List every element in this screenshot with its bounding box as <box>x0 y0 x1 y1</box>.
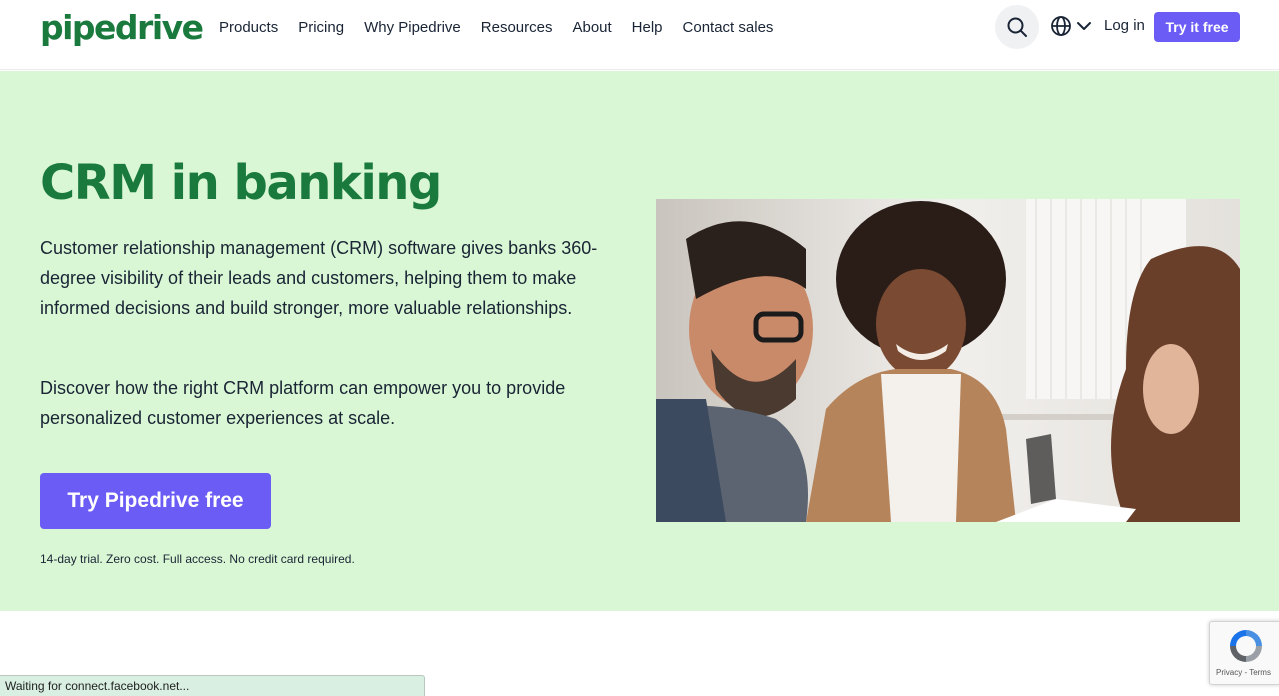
main-nav: Products Pricing Why Pipedrive Resources… <box>219 18 773 38</box>
recaptcha-icon <box>1230 630 1262 662</box>
chevron-down-icon <box>1077 22 1091 30</box>
nav-resources[interactable]: Resources <box>481 18 553 38</box>
search-icon <box>1007 17 1027 37</box>
pipedrive-logo[interactable]: pipedrive <box>40 8 204 47</box>
site-header: pipedrive Products Pricing Why Pipedrive… <box>0 0 1279 70</box>
page-title: CRM in banking <box>40 155 442 211</box>
nav-about[interactable]: About <box>572 18 611 38</box>
hero-description: Customer relationship management (CRM) s… <box>40 238 598 318</box>
nav-products[interactable]: Products <box>219 18 278 38</box>
try-it-free-button[interactable]: Try it free <box>1154 12 1240 42</box>
trial-note: 14-day trial. Zero cost. Full access. No… <box>40 552 355 566</box>
nav-why-pipedrive[interactable]: Why Pipedrive <box>364 18 461 38</box>
recaptcha-links[interactable]: Privacy - Terms <box>1216 668 1271 677</box>
recaptcha-badge[interactable]: Privacy - Terms <box>1209 621 1279 685</box>
nav-contact-sales[interactable]: Contact sales <box>683 18 774 38</box>
login-link[interactable]: Log in <box>1104 17 1145 34</box>
try-pipedrive-free-button[interactable]: Try Pipedrive free <box>40 473 271 529</box>
nav-help[interactable]: Help <box>632 18 663 38</box>
language-selector[interactable] <box>1050 15 1092 37</box>
hero-photo <box>656 199 1240 522</box>
search-button[interactable] <box>995 5 1039 49</box>
hero-subdescription: Discover how the right CRM platform can … <box>40 378 566 428</box>
hero-section: CRM in banking Customer relationship man… <box>0 71 1279 611</box>
browser-status-bar: Waiting for connect.facebook.net... <box>0 675 425 696</box>
globe-icon <box>1051 16 1071 36</box>
nav-pricing[interactable]: Pricing <box>298 18 344 38</box>
